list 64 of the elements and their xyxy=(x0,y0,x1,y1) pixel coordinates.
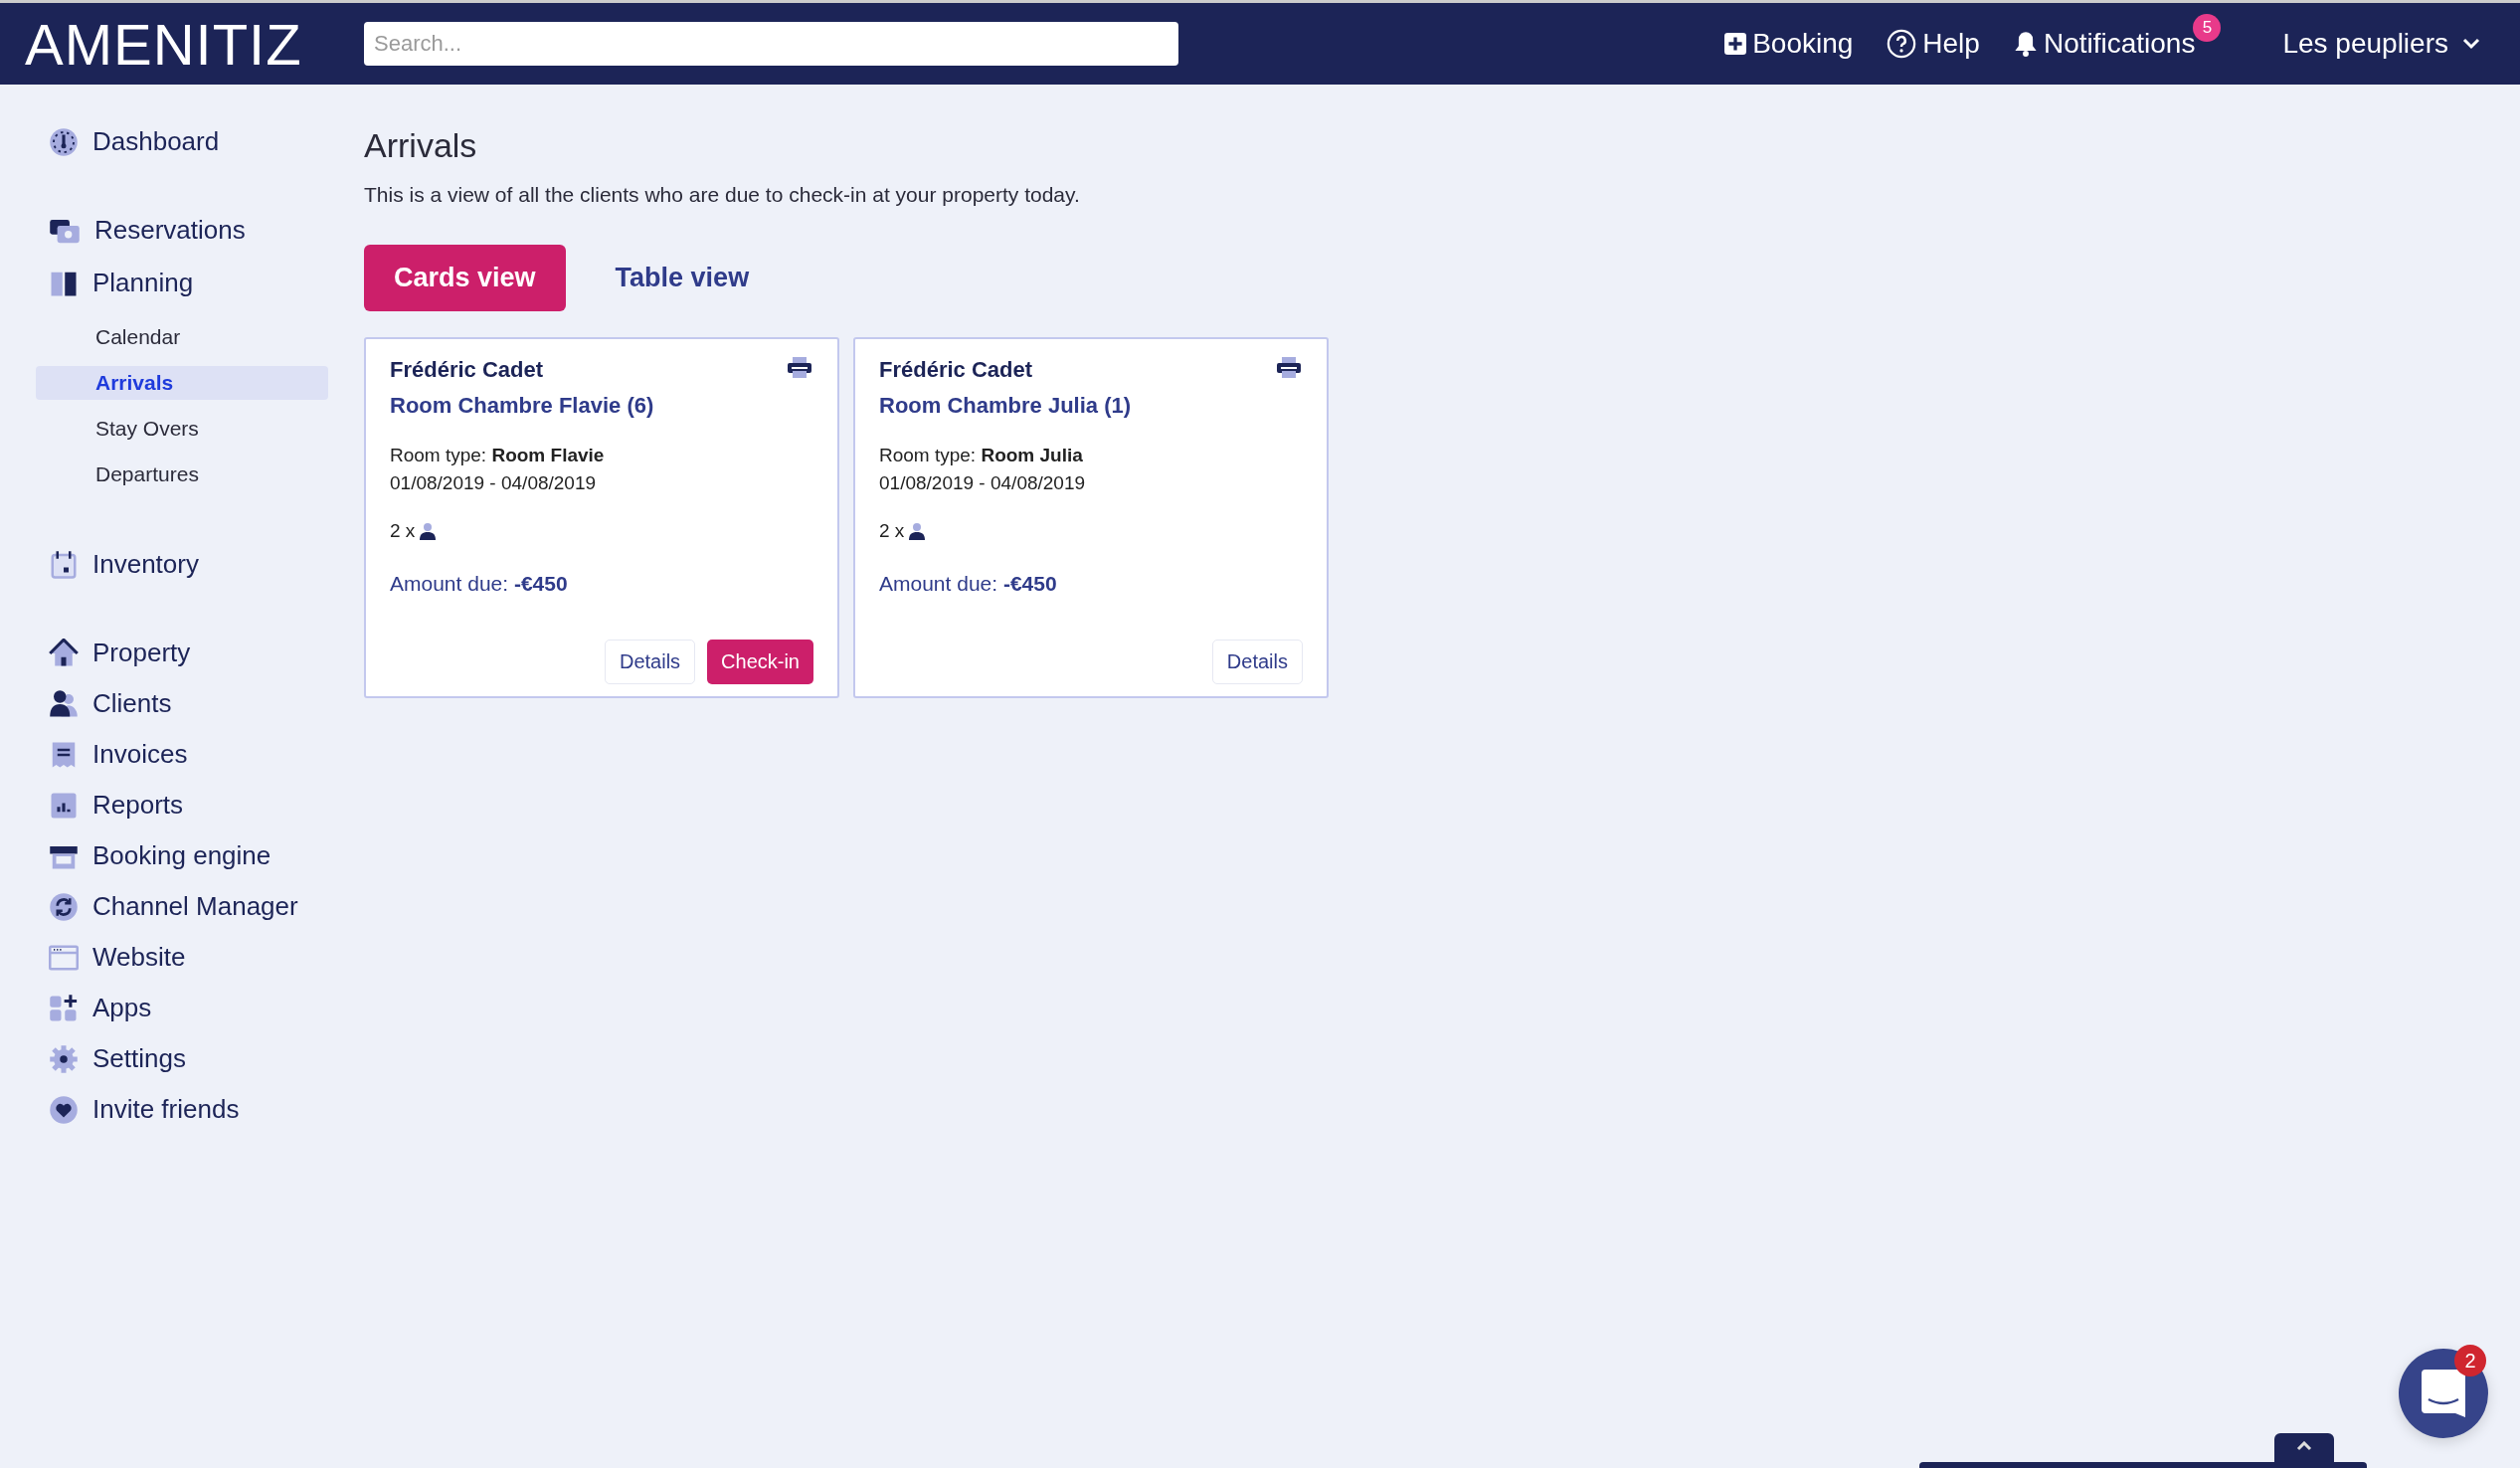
notification-badge: 5 xyxy=(2193,14,2222,42)
sidebar-item[interactable]: Apps xyxy=(36,993,338,1023)
expand-tab[interactable] xyxy=(2274,1433,2334,1462)
search-field[interactable]: Search... xyxy=(364,22,1178,66)
sidebar-item[interactable]: Invite friends xyxy=(36,1094,338,1125)
sidebar-subitem[interactable]: Calendar xyxy=(36,320,328,354)
printer-icon[interactable] xyxy=(1277,357,1301,379)
stay-dates: 01/08/2019 - 04/08/2019 xyxy=(390,472,598,494)
amount-due: Amount due: -€450 xyxy=(879,572,1058,596)
sidebar-item[interactable]: Booking engine xyxy=(36,840,338,871)
sidebar-item[interactable]: Invoices xyxy=(36,739,338,770)
bell-icon xyxy=(2013,31,2038,57)
sidebar-item[interactable]: Reservations xyxy=(36,215,338,246)
chat-bubble-icon xyxy=(2422,1370,2465,1417)
chevron-up-icon xyxy=(2296,1441,2312,1451)
person-icon xyxy=(419,522,438,540)
page-title: Arrivals xyxy=(364,126,478,165)
sync-icon xyxy=(49,891,79,922)
sidebar-item[interactable]: Website xyxy=(36,942,338,973)
room-link[interactable]: Room Chambre Julia (1) xyxy=(879,393,1303,419)
chat-button[interactable] xyxy=(2399,1349,2488,1438)
room-type: Room type: Room Flavie xyxy=(390,445,606,466)
person-icon xyxy=(908,522,927,540)
sidebar-subitem[interactable]: Departures xyxy=(36,458,328,491)
view-tab[interactable]: Cards view xyxy=(364,245,566,311)
guest-name: Frédéric Cadet xyxy=(390,357,544,383)
sidebar-item[interactable]: Settings xyxy=(36,1043,338,1074)
people-icon xyxy=(49,688,79,719)
room-link[interactable]: Room Chambre Flavie (6) xyxy=(390,393,813,419)
sidebar-item[interactable]: Dashboard xyxy=(36,126,338,157)
sidebar-subitem[interactable]: Arrivals xyxy=(36,366,328,400)
help-link[interactable]: Help xyxy=(1887,28,1980,60)
amount-due: Amount due: -€450 xyxy=(390,572,569,596)
plus-icon xyxy=(1724,33,1747,55)
logo[interactable]: AMENITIZ xyxy=(25,10,323,78)
stay-dates: 01/08/2019 - 04/08/2019 xyxy=(879,472,1087,494)
booking-link[interactable]: Booking xyxy=(1724,28,1854,60)
guest-name: Frédéric Cadet xyxy=(879,357,1033,383)
calendar-icon xyxy=(49,549,79,580)
gauge-icon xyxy=(49,126,79,157)
guest-count: 2 x xyxy=(879,520,905,542)
sidebar-item[interactable]: Channel Manager xyxy=(36,891,338,922)
view-tab[interactable]: Table view xyxy=(585,245,780,311)
printer-icon[interactable] xyxy=(788,357,811,379)
help-icon xyxy=(1887,29,1917,59)
guest-count: 2 x xyxy=(390,520,416,542)
details-button[interactable]: Details xyxy=(1211,640,1303,684)
settings-icon xyxy=(49,1043,79,1074)
page-description: This is a view of all the clients who are due to check-in at your property today. xyxy=(364,183,1081,207)
sidebar-subitem[interactable]: Stay Overs xyxy=(36,412,328,446)
notifications-link[interactable]: Notifications 5 xyxy=(2013,14,2222,60)
sidebar-item[interactable]: Inventory xyxy=(36,549,338,580)
house-icon xyxy=(49,638,79,668)
sidebar-item[interactable]: Property xyxy=(36,638,338,668)
details-button[interactable]: Details xyxy=(604,640,696,684)
sidebar-item[interactable]: Reports xyxy=(36,790,338,821)
account-menu[interactable]: Les peupliers xyxy=(2282,28,2480,60)
chevron-down-icon xyxy=(2462,38,2480,50)
sidebar-item[interactable]: Clients xyxy=(36,688,338,719)
sidebar-item[interactable]: Planning xyxy=(36,268,338,298)
room-type: Room type: Room Julia xyxy=(879,445,1084,466)
chat-badge: 2 xyxy=(2454,1345,2486,1376)
apps-icon xyxy=(49,993,79,1023)
check-in-button[interactable]: Check-in xyxy=(707,640,813,684)
